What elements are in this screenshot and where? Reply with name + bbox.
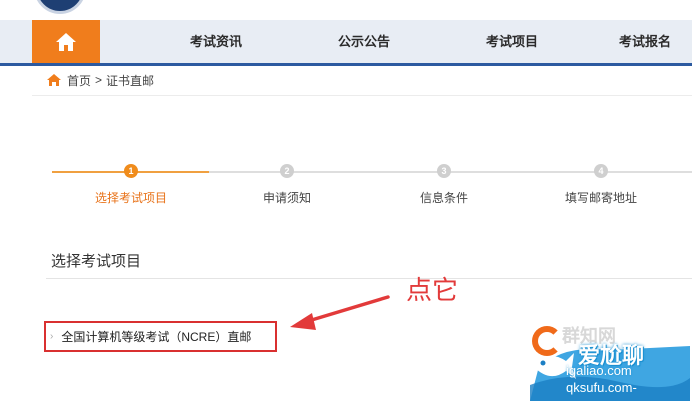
watermark-line-2: igaliao.com	[566, 363, 632, 378]
chevron-right-icon: ›	[50, 331, 54, 342]
watermark-line-3: qksufu.com-	[566, 380, 637, 395]
exam-item-ncre[interactable]: › 全国计算机等级考试（NCRE）直邮	[44, 321, 277, 352]
exam-item-label: 全国计算机等级考试（NCRE）直邮	[61, 330, 252, 344]
